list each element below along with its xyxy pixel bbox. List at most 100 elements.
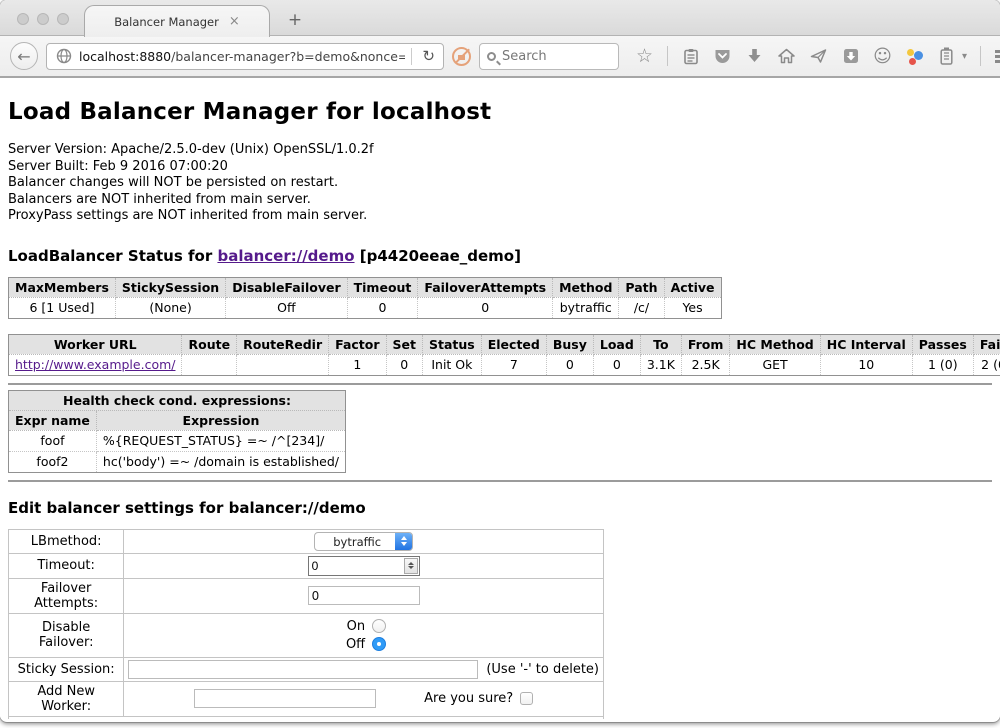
add-worker-input[interactable] [194,689,376,708]
table-row: 6 [1 Used] (None) Off 0 0 bytraffic /c/ … [9,297,722,318]
cell-fails: 2 (0) [973,354,1000,375]
search-icon [487,52,496,61]
inherit-note-line: Balancers are NOT inherited from main se… [8,192,992,209]
worker-table: Worker URL Route RouteRedir Factor Set S… [8,334,1000,376]
cell-to: 3.1K [640,354,681,375]
home-icon[interactable] [777,47,796,66]
sticky-session-input[interactable] [128,660,478,679]
radio-off[interactable] [372,637,386,651]
timeout-input-wrap [308,556,420,576]
table-row: foof2 hc('body') =~ /domain is establish… [9,451,346,472]
pocket-icon[interactable] [713,47,732,66]
worker-url-link[interactable]: http://www.example.com/ [15,357,175,372]
form-row-submit: Submit [9,716,604,719]
form-row-lbmethod: LBmethod: bytraffic [9,529,604,553]
url-text[interactable]: localhost:8880/balancer-manager?b=demo&n… [79,49,405,64]
cell-route [182,354,237,375]
cell-load: 0 [593,354,640,375]
cell-method: bytraffic [553,297,619,318]
sticky-delete-hint: (Use '-' to delete) [486,662,599,677]
cell-worker-url: http://www.example.com/ [9,354,182,375]
reload-icon[interactable]: ↻ [418,47,439,65]
battery-icon[interactable] [937,47,956,66]
col-from: From [681,334,730,354]
window-controls[interactable] [17,13,69,25]
search-bar[interactable]: Search [479,43,619,70]
globe-icon [54,47,73,66]
form-row-sticky: Sticky Session: (Use '-' to delete) [9,657,604,681]
are-you-sure-checkbox[interactable] [520,692,533,705]
radio-on[interactable] [372,619,386,633]
col-path: Path [619,277,664,297]
col-status: Status [423,334,482,354]
failover-attempts-input[interactable] [308,586,420,605]
col-to: To [640,334,681,354]
timeout-input[interactable] [309,558,404,574]
cell-hc-method: GET [730,354,820,375]
bookmark-star-icon[interactable]: ☆ [635,47,654,66]
url-bar[interactable]: localhost:8880/balancer-manager?b=demo&n… [46,43,444,70]
radio-on-label: On [341,619,365,634]
extension-download-icon[interactable] [841,47,860,66]
col-busy: Busy [546,334,593,354]
blocked-content-icon[interactable] [452,47,471,66]
cell-stickysession: (None) [115,297,225,318]
cell-factor: 1 [329,354,386,375]
close-window-button[interactable] [17,13,29,25]
tab-title: Balancer Manager [114,15,219,29]
balancer-demo-link[interactable]: balancer://demo [217,247,354,265]
col-expr-name: Expr name [9,410,97,430]
tab-balancer-manager[interactable]: Balancer Manager × [84,5,270,37]
cell-status: Init Ok [423,354,482,375]
zoom-window-button[interactable] [57,13,69,25]
server-info: Server Version: Apache/2.5.0-dev (Unix) … [8,142,992,225]
balancer-status-table: MaxMembers StickySession DisableFailover… [8,277,722,319]
col-worker-url: Worker URL [9,334,182,354]
toolbar-divider [980,46,981,66]
colored-dots-icon[interactable] [905,47,924,66]
lbmethod-select[interactable]: bytraffic [314,532,413,551]
cell-expr-name: foof [9,430,97,451]
col-expression: Expression [96,410,345,430]
cell-from: 2.5K [681,354,730,375]
cell-disablefailover: Off [226,297,347,318]
chat-smiley-icon[interactable]: ☺ [873,47,892,66]
cell-active: Yes [664,297,721,318]
server-version-line: Server Version: Apache/2.5.0-dev (Unix) … [8,142,992,159]
section-divider [8,383,992,385]
form-row-add-worker: Add New Worker: Are you sure? [9,681,604,716]
server-built-line: Server Built: Feb 9 2016 07:00:20 [8,159,992,176]
status-heading-suffix: [p4420eeae_demo] [355,247,521,265]
timeout-label: Timeout: [9,553,124,578]
table-row: foof %{REQUEST_STATUS} =~ /^[234]/ [9,430,346,451]
table-title-row: Health check cond. expressions: [9,390,346,410]
urlbar-divider [411,48,412,65]
edit-settings-heading: Edit balancer settings for balancer://de… [8,499,992,517]
col-fails: Fails [973,334,1000,354]
col-hc-interval: HC Interval [820,334,912,354]
tab-bar: Balancer Manager × + [0,0,1000,36]
search-placeholder: Search [502,49,547,64]
col-failoverattempts: FailoverAttempts [418,277,553,297]
col-hc-method: HC Method [730,334,820,354]
col-stickysession: StickySession [115,277,225,297]
col-disablefailover: DisableFailover [226,277,347,297]
cell-routeredir [237,354,329,375]
download-icon[interactable] [745,47,764,66]
page-title: Load Balancer Manager for localhost [8,78,992,125]
form-row-timeout: Timeout: [9,553,604,578]
cell-hc-interval: 10 [820,354,912,375]
menu-hamburger-icon[interactable] [994,47,1000,66]
number-spinner-icon[interactable] [404,558,418,574]
col-routeredir: RouteRedir [237,334,329,354]
col-set: Set [386,334,422,354]
new-tab-button[interactable]: + [282,10,308,32]
disable-failover-label: Disable Failover: [9,613,124,657]
minimize-window-button[interactable] [37,13,49,25]
url-domain: localhost:8880 [79,49,171,64]
back-button[interactable]: ← [10,42,38,70]
share-plane-icon[interactable] [809,47,828,66]
tab-close-icon[interactable]: × [229,15,240,28]
overflow-caret-icon[interactable]: ▾ [962,51,967,62]
clipboard-icon[interactable] [681,47,700,66]
